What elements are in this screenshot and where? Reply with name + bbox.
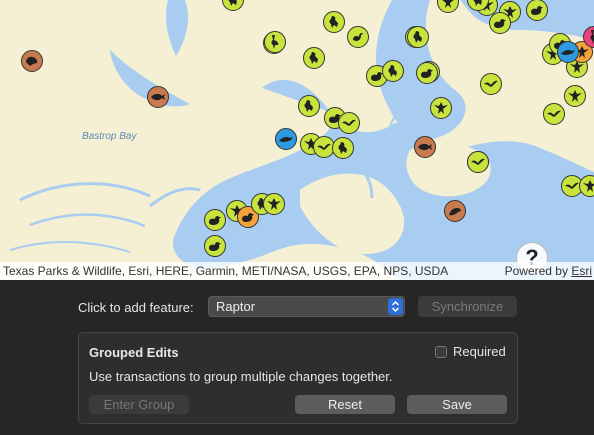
reset-button[interactable]: Reset xyxy=(295,395,395,414)
feature-marker-bird-standing[interactable] xyxy=(382,60,404,82)
bird-standing-icon xyxy=(473,0,482,6)
dolphin-icon xyxy=(561,50,575,55)
duck-icon xyxy=(494,18,506,28)
feature-marker-duck[interactable] xyxy=(489,12,511,34)
feature-marker-bird-flying[interactable] xyxy=(543,103,565,125)
raptor-icon xyxy=(267,198,281,210)
bird-standing-icon xyxy=(329,16,338,28)
feature-marker-bird-standing[interactable] xyxy=(332,137,354,159)
heron-icon xyxy=(590,30,594,44)
grouped-edits-title: Grouped Edits xyxy=(89,345,179,360)
grouped-edits-description: Use transactions to group multiple chang… xyxy=(89,369,393,384)
feature-marker-bird-flying[interactable] xyxy=(480,73,502,95)
bird-flying-icon xyxy=(565,182,579,189)
feature-marker-dolphin[interactable] xyxy=(557,41,579,63)
swan-icon xyxy=(353,33,363,41)
enter-group-button[interactable]: Enter Group xyxy=(89,395,189,414)
feature-marker-duck[interactable] xyxy=(416,62,438,84)
required-label: Required xyxy=(453,344,506,359)
bird-flying-icon xyxy=(484,80,498,87)
raptor-icon xyxy=(583,180,594,192)
raptor-icon xyxy=(568,90,582,102)
attribution-text: Texas Parks & Wildlife, Esri, HERE, Garm… xyxy=(3,264,449,278)
duck-icon xyxy=(209,215,221,225)
feature-marker-raptor[interactable] xyxy=(430,97,452,119)
bird-standing-icon xyxy=(228,0,237,6)
required-checkbox[interactable]: Required xyxy=(435,344,506,359)
duck-icon xyxy=(421,68,433,78)
dolphin-icon xyxy=(279,137,293,142)
heron-icon xyxy=(271,35,279,49)
feature-marker-raptor[interactable] xyxy=(564,85,586,107)
feature-marker-bird-standing[interactable] xyxy=(303,47,325,69)
select-stepper-icon[interactable] xyxy=(388,298,403,315)
feature-marker-duck[interactable] xyxy=(204,235,226,257)
feature-marker-dolphin[interactable] xyxy=(275,128,297,150)
bird-standing-icon xyxy=(304,100,313,112)
feature-marker-raptor[interactable] xyxy=(579,175,594,197)
click-to-add-label: Click to add feature: xyxy=(78,300,194,315)
feature-marker-duck[interactable] xyxy=(204,209,226,231)
feature-marker-bird-flying[interactable] xyxy=(338,112,360,134)
feature-marker-fish[interactable] xyxy=(147,86,169,108)
bird-flying-icon xyxy=(317,143,331,150)
bay-label: Bastrop Bay xyxy=(82,131,137,142)
esri-link[interactable]: Esri xyxy=(571,264,592,278)
bird-standing-icon xyxy=(413,31,422,43)
feature-marker-seal[interactable] xyxy=(444,200,466,222)
raptor-icon xyxy=(434,102,448,114)
bird-flying-icon xyxy=(342,119,356,126)
map-view[interactable]: Bastrop Bay ? Texas Parks & Wildlife, Es… xyxy=(0,0,594,280)
fish-icon xyxy=(418,143,432,151)
feature-marker-swan[interactable] xyxy=(347,26,369,48)
bird-standing-icon xyxy=(388,65,397,77)
powered-by: Powered by Esri xyxy=(505,264,592,278)
grouped-edits-box: Grouped Edits Required Use transactions … xyxy=(78,332,518,424)
feature-marker-fish[interactable] xyxy=(414,136,436,158)
bird-flying-icon xyxy=(547,110,561,117)
bird-flying-icon xyxy=(471,158,485,165)
feature-marker-bird-standing[interactable] xyxy=(323,11,345,33)
fish-icon xyxy=(151,93,165,101)
save-button[interactable]: Save xyxy=(407,395,507,414)
feature-marker-turtle[interactable] xyxy=(21,50,43,72)
feature-marker-bird-flying[interactable] xyxy=(467,151,489,173)
feature-type-select[interactable]: Raptor xyxy=(208,296,405,317)
seal-icon xyxy=(449,208,461,216)
feature-marker-duck[interactable] xyxy=(526,0,548,21)
checkbox-icon[interactable] xyxy=(435,345,447,358)
bird-standing-icon xyxy=(309,52,318,64)
control-panel: Click to add feature: Raptor Synchronize… xyxy=(0,280,594,435)
attribution-bar: Texas Parks & Wildlife, Esri, HERE, Garm… xyxy=(0,262,594,280)
turtle-icon xyxy=(26,56,38,66)
powered-by-label: Powered by xyxy=(504,264,568,278)
duck-icon xyxy=(209,241,221,251)
feature-marker-bird-standing[interactable] xyxy=(298,95,320,117)
bird-standing-icon xyxy=(338,142,347,154)
raptor-icon xyxy=(442,0,454,8)
duck-icon xyxy=(531,5,543,15)
feature-marker-raptor[interactable] xyxy=(263,193,285,215)
synchronize-button[interactable]: Synchronize xyxy=(418,296,517,317)
feature-type-value: Raptor xyxy=(216,299,256,314)
feature-marker-bird-standing[interactable] xyxy=(407,26,429,48)
feature-marker-heron[interactable] xyxy=(264,31,286,53)
